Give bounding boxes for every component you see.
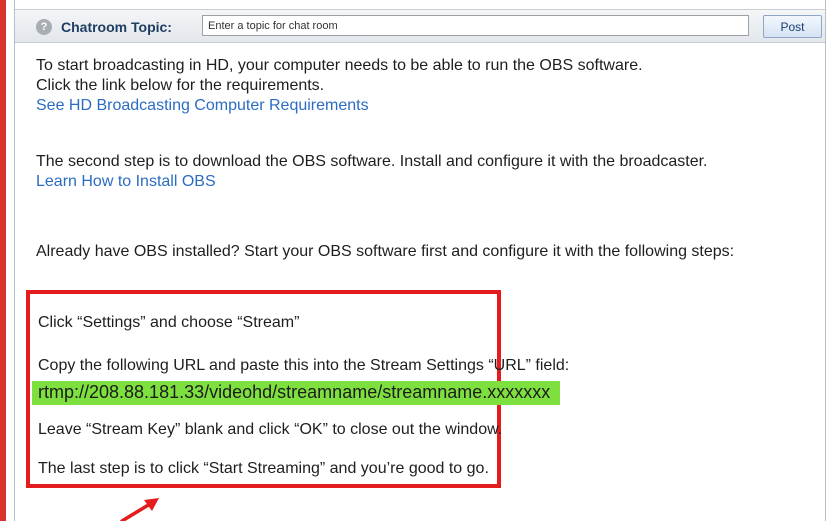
install-paragraph: The second step is to download the OBS s… <box>36 152 816 192</box>
broadcast-instructions: To start broadcasting in HD, your comput… <box>36 56 816 260</box>
help-icon[interactable]: ? <box>36 19 52 35</box>
chatroom-topic-bar: ? Chatroom Topic: Post <box>15 9 825 43</box>
rtmp-url: rtmp://208.88.181.33/videohd/streamname/… <box>32 381 561 405</box>
step2-text: The second step is to download the OBS s… <box>36 153 708 170</box>
post-button[interactable]: Post <box>763 15 822 38</box>
step-start-streaming: The last step is to click “Start Streami… <box>38 460 489 477</box>
left-edge-stripe <box>0 0 6 521</box>
step-settings: Click “Settings” and choose “Stream” <box>38 314 300 331</box>
requirements-link[interactable]: See HD Broadcasting Computer Requirement… <box>36 96 369 116</box>
steps-highlight-box: Click “Settings” and choose “Stream” Cop… <box>26 290 569 488</box>
chatroom-topic-label: Chatroom Topic: <box>61 19 172 35</box>
intro-line-2: Click the link below for the requirement… <box>36 77 325 94</box>
intro-line-1: To start broadcasting in HD, your comput… <box>36 57 643 74</box>
arrow-annotation-icon <box>120 498 159 521</box>
step-copy-url: Copy the following URL and paste this in… <box>38 357 570 374</box>
already-installed-text: Already have OBS installed? Start your O… <box>36 243 735 260</box>
chatroom-topic-input[interactable] <box>202 15 749 36</box>
step-stream-key: Leave “Stream Key” blank and click “OK” … <box>38 421 503 438</box>
already-installed-paragraph: Already have OBS installed? Start your O… <box>36 242 816 262</box>
install-obs-link[interactable]: Learn How to Install OBS <box>36 172 216 192</box>
